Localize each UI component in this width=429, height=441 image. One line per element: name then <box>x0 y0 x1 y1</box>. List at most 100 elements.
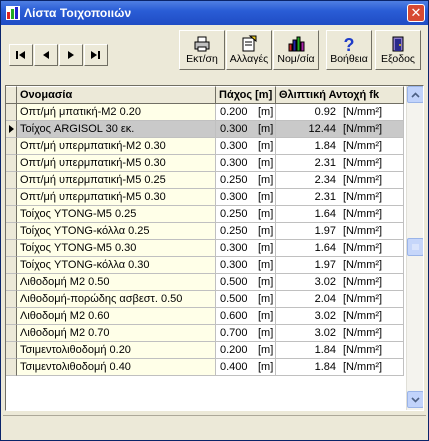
scroll-up-button[interactable] <box>407 86 423 103</box>
scroll-thumb[interactable] <box>407 238 423 256</box>
last-record-button[interactable] <box>84 44 108 66</box>
row-indicator[interactable] <box>6 155 17 172</box>
cell-name[interactable]: Τσιμεντολιθοδομή 0.40 <box>17 359 216 376</box>
row-indicator[interactable] <box>6 104 17 121</box>
table-row[interactable]: Οπτ/μή υπερμπατική-Μ5 0.30 0.300 [m] 2.31 [N… <box>6 155 404 172</box>
edit-button[interactable]: Αλλαγές <box>226 30 272 70</box>
row-indicator[interactable] <box>6 359 17 376</box>
cell-name[interactable]: Οπτ/μή υπερμπατική-Μ5 0.30 <box>17 155 216 172</box>
cell-strength[interactable]: 3.02 [N/mm²] <box>276 325 404 342</box>
cell-name[interactable]: Λιθοδομή Μ2 0.50 <box>17 274 216 291</box>
row-indicator[interactable] <box>6 325 17 342</box>
table-row[interactable]: Τοίχος YTONG-κόλλα 0.25 0.250 [m] 1.97 [N/mm… <box>6 223 404 240</box>
cell-strength[interactable]: 2.31 [N/mm²] <box>276 189 404 206</box>
cell-name[interactable]: Τσιμεντολιθοδομή 0.20 <box>17 342 216 359</box>
cell-name[interactable]: Οπτ/μή υπερμπατική-Μ2 0.30 <box>17 138 216 155</box>
cell-strength[interactable]: 1.97 [N/mm²] <box>276 223 404 240</box>
column-header-name[interactable]: Ονομασία <box>17 86 216 104</box>
thickness-value: 0.200 <box>220 106 248 118</box>
table-row[interactable]: Τοίχος ARGISOL 30 εκ. 0.300 [m] 12.44 [N/mm²… <box>6 121 404 138</box>
help-button[interactable]: ? Βοήθεια <box>326 30 372 70</box>
cell-strength[interactable]: 1.84 [N/mm²] <box>276 138 404 155</box>
cell-name[interactable]: Λιθοδομή Μ2 0.70 <box>17 325 216 342</box>
cell-thickness[interactable]: 0.250 [m] <box>216 172 276 189</box>
row-indicator[interactable] <box>6 342 17 359</box>
cell-strength[interactable]: 1.84 [N/mm²] <box>276 359 404 376</box>
title-bar[interactable]: Λίστα Τοιχοποιιών ✕ <box>1 1 428 25</box>
table-row[interactable]: Λιθοδομή-πορώδης ασβεστ. 0.50 0.500 [m] 2.0… <box>6 291 404 308</box>
row-indicator[interactable] <box>6 172 17 189</box>
exit-button[interactable]: Εξοδος <box>375 30 421 70</box>
cell-thickness[interactable]: 0.300 [m] <box>216 121 276 138</box>
print-button[interactable]: Εκτ/ση <box>179 30 225 70</box>
cell-strength[interactable]: 1.64 [N/mm²] <box>276 240 404 257</box>
cell-strength[interactable]: 2.04 [N/mm²] <box>276 291 404 308</box>
cell-name[interactable]: Οπτ/μή μπατική-Μ2 0.20 <box>17 104 216 121</box>
cell-strength[interactable]: 0.92 [N/mm²] <box>276 104 404 121</box>
row-indicator[interactable] <box>6 206 17 223</box>
cell-strength[interactable]: 3.02 [N/mm²] <box>276 274 404 291</box>
cell-name[interactable]: Τοίχος YTONG-M5 0.30 <box>17 240 216 257</box>
table-row[interactable]: Τσιμεντολιθοδομή 0.40 0.400 [m] 1.84 [N/mm²] <box>6 359 404 376</box>
cell-thickness[interactable]: 0.250 [m] <box>216 223 276 240</box>
row-indicator[interactable] <box>6 291 17 308</box>
cell-thickness[interactable]: 0.400 [m] <box>216 359 276 376</box>
table-row[interactable]: Λιθοδομή Μ2 0.70 0.700 [m] 3.02 [N/mm²] <box>6 325 404 342</box>
table-row[interactable]: Τοίχος YTONG-κόλλα 0.30 0.300 [m] 1.97 [N/mm… <box>6 257 404 274</box>
row-indicator[interactable] <box>6 138 17 155</box>
table-row[interactable]: Λιθοδομή Μ2 0.60 0.600 [m] 3.02 [N/mm²] <box>6 308 404 325</box>
cell-strength[interactable]: 2.31 [N/mm²] <box>276 155 404 172</box>
row-indicator[interactable] <box>6 240 17 257</box>
column-header-thickness[interactable]: Πάχος [m] <box>216 86 276 104</box>
table-row[interactable]: Οπτ/μή υπερμπατική-Μ5 0.25 0.250 [m] 2.34 [N… <box>6 172 404 189</box>
norms-button[interactable]: Νομ/σία <box>273 30 319 70</box>
cell-thickness[interactable]: 0.200 [m] <box>216 342 276 359</box>
cell-strength[interactable]: 1.84 [N/mm²] <box>276 342 404 359</box>
cell-thickness[interactable]: 0.200 [m] <box>216 104 276 121</box>
cell-thickness[interactable]: 0.300 [m] <box>216 155 276 172</box>
table-row[interactable]: Τοίχος YTONG-M5 0.30 0.300 [m] 1.64 [N/mm²] <box>6 240 404 257</box>
row-indicator[interactable] <box>6 274 17 291</box>
table-row[interactable]: Οπτ/μή μπατική-Μ2 0.20 0.200 [m] 0.92 [N/mm²… <box>6 104 404 121</box>
cell-thickness[interactable]: 0.500 [m] <box>216 274 276 291</box>
table-row[interactable]: Λιθοδομή Μ2 0.50 0.500 [m] 3.02 [N/mm²] <box>6 274 404 291</box>
cell-thickness[interactable]: 0.250 [m] <box>216 206 276 223</box>
first-record-button[interactable] <box>9 44 33 66</box>
cell-name[interactable]: Τοίχος YTONG-M5 0.25 <box>17 206 216 223</box>
masonry-table[interactable]: Ονομασία Πάχος [m] Θλιπτική Αντοχή fk Οπ… <box>5 85 424 411</box>
cell-strength[interactable]: 1.64 [N/mm²] <box>276 206 404 223</box>
cell-thickness[interactable]: 0.300 [m] <box>216 240 276 257</box>
vertical-scrollbar[interactable] <box>406 86 423 410</box>
table-row[interactable]: Οπτ/μή υπερμπατική-Μ2 0.30 0.300 [m] 1.84 [N… <box>6 138 404 155</box>
scroll-down-button[interactable] <box>407 391 423 408</box>
cell-strength[interactable]: 2.34 [N/mm²] <box>276 172 404 189</box>
cell-name[interactable]: Τοίχος YTONG-κόλλα 0.30 <box>17 257 216 274</box>
cell-name[interactable]: Λιθοδομή-πορώδης ασβεστ. 0.50 <box>17 291 216 308</box>
cell-thickness[interactable]: 0.300 [m] <box>216 189 276 206</box>
cell-name[interactable]: Οπτ/μή υπερμπατική-Μ5 0.30 <box>17 189 216 206</box>
cell-name[interactable]: Τοίχος YTONG-κόλλα 0.25 <box>17 223 216 240</box>
table-row[interactable]: Τσιμεντολιθοδομή 0.20 0.200 [m] 1.84 [N/mm²] <box>6 342 404 359</box>
row-indicator[interactable] <box>6 308 17 325</box>
cell-thickness[interactable]: 0.300 [m] <box>216 138 276 155</box>
cell-name[interactable]: Τοίχος ARGISOL 30 εκ. <box>17 121 216 138</box>
row-indicator[interactable] <box>6 121 17 138</box>
row-indicator[interactable] <box>6 223 17 240</box>
column-header-strength[interactable]: Θλιπτική Αντοχή fk <box>276 86 404 104</box>
cell-name[interactable]: Οπτ/μή υπερμπατική-Μ5 0.25 <box>17 172 216 189</box>
cell-strength[interactable]: 12.44 [N/mm²] <box>276 121 404 138</box>
cell-thickness[interactable]: 0.500 [m] <box>216 291 276 308</box>
cell-strength[interactable]: 1.97 [N/mm²] <box>276 257 404 274</box>
close-button[interactable]: ✕ <box>407 4 425 22</box>
next-record-button[interactable] <box>59 44 83 66</box>
cell-thickness[interactable]: 0.600 [m] <box>216 308 276 325</box>
cell-name[interactable]: Λιθοδομή Μ2 0.60 <box>17 308 216 325</box>
table-row[interactable]: Οπτ/μή υπερμπατική-Μ5 0.30 0.300 [m] 2.31 [N… <box>6 189 404 206</box>
row-indicator[interactable] <box>6 257 17 274</box>
cell-thickness[interactable]: 0.700 [m] <box>216 325 276 342</box>
cell-strength[interactable]: 3.02 [N/mm²] <box>276 308 404 325</box>
cell-thickness[interactable]: 0.300 [m] <box>216 257 276 274</box>
prev-record-button[interactable] <box>34 44 58 66</box>
table-row[interactable]: Τοίχος YTONG-M5 0.25 0.250 [m] 1.64 [N/mm²] <box>6 206 404 223</box>
row-indicator[interactable] <box>6 189 17 206</box>
